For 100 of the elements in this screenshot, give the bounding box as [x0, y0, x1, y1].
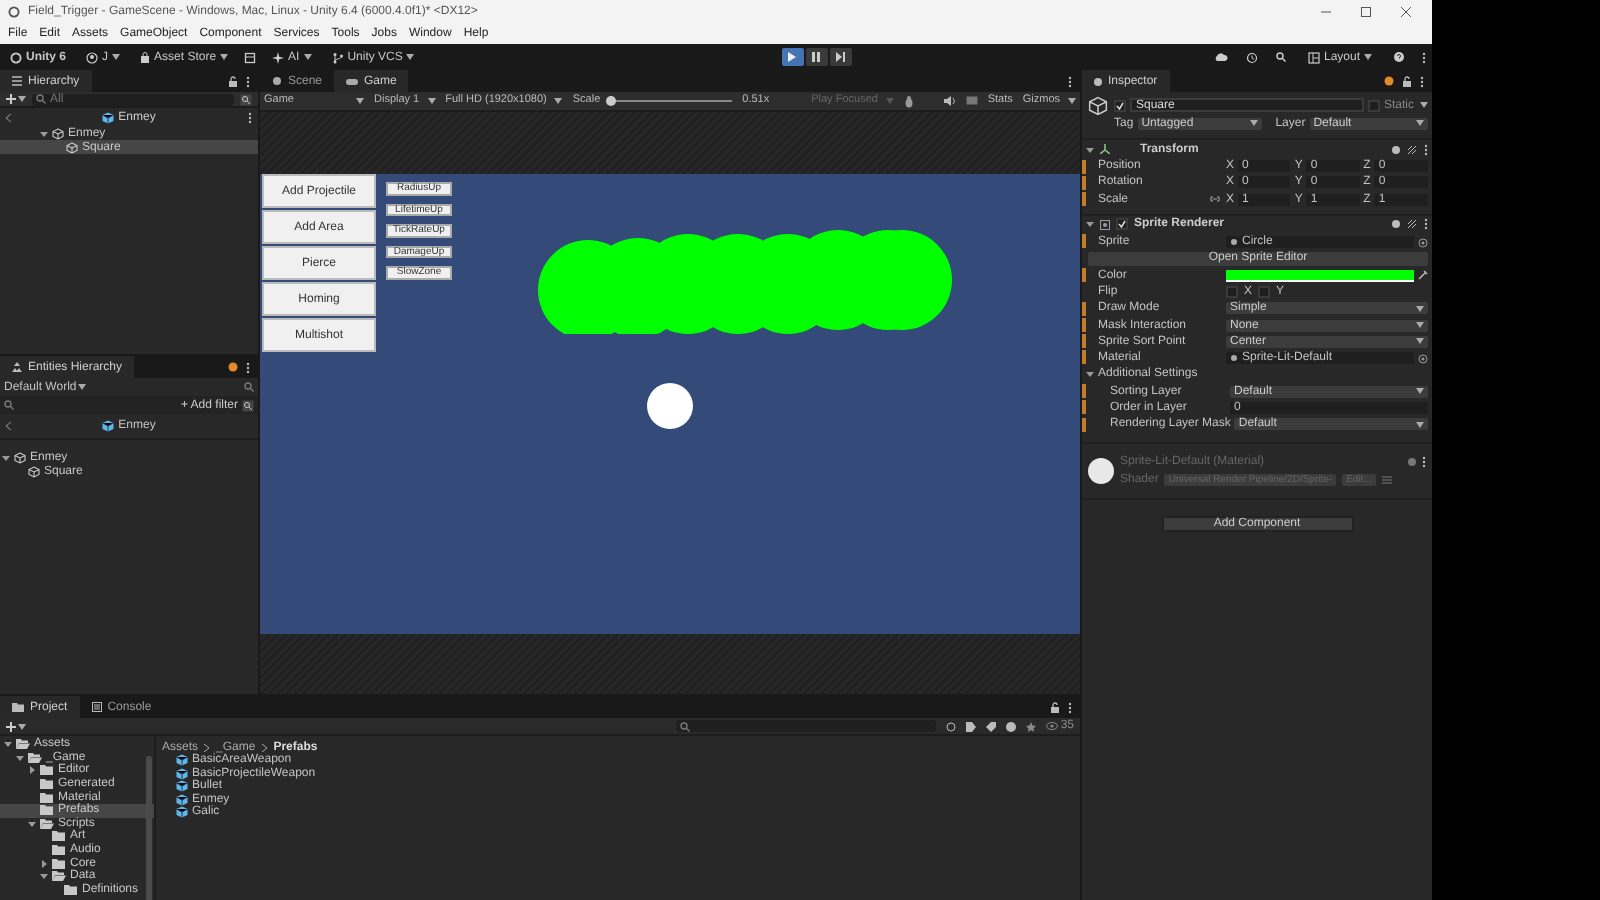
prefab-icon	[102, 420, 115, 432]
expand-arrow-icon[interactable]	[40, 872, 48, 881]
status-dot-icon	[1384, 76, 1394, 86]
play-button[interactable]	[781, 48, 804, 66]
sprite-renderer-icon	[1100, 219, 1110, 230]
scale-slider-thumb[interactable]	[606, 96, 617, 106]
list-icon	[12, 76, 22, 86]
expand-arrow-icon[interactable]	[40, 859, 48, 868]
filter-options-icon[interactable]	[242, 399, 254, 411]
package-icon[interactable]	[244, 51, 257, 63]
history-icon[interactable]	[1245, 51, 1258, 63]
chevron-icon	[204, 743, 211, 751]
check-icon	[1118, 220, 1126, 229]
plus-icon	[6, 721, 16, 731]
expand-arrow-icon[interactable]	[28, 819, 36, 828]
checkbox[interactable]	[1367, 99, 1380, 111]
caret-icon	[1068, 98, 1076, 104]
back-icon[interactable]	[6, 422, 12, 430]
pause-icon	[812, 52, 821, 62]
checkbox[interactable]	[1116, 218, 1128, 231]
checkbox[interactable]	[1258, 285, 1271, 298]
search-icon	[36, 94, 46, 104]
transform-icon	[1100, 144, 1110, 154]
speaker-icon[interactable]	[943, 96, 956, 106]
step-button[interactable]	[829, 48, 852, 66]
console-icon	[91, 702, 102, 712]
expand-arrow-icon[interactable]	[1086, 370, 1094, 379]
star-icon[interactable]	[1026, 721, 1037, 731]
caret-icon	[427, 98, 436, 104]
caret-icon	[554, 98, 563, 104]
preset-icon[interactable]	[1408, 220, 1416, 229]
caret-icon	[18, 96, 26, 102]
caret-icon	[1364, 54, 1372, 60]
target-icon[interactable]	[1418, 237, 1428, 248]
search-icon	[680, 721, 691, 731]
branch-icon	[331, 51, 344, 63]
circle-sprite	[647, 383, 693, 429]
expand-arrow-icon[interactable]	[28, 766, 36, 775]
shopping-bag-icon	[140, 51, 151, 63]
eyedropper-icon[interactable]	[1418, 270, 1428, 281]
search-icon	[4, 400, 14, 410]
search-icon	[1275, 52, 1286, 62]
step-icon	[835, 52, 846, 62]
caret-icon	[1416, 120, 1424, 126]
eye-icon	[1046, 722, 1059, 730]
status-dot-icon	[228, 362, 238, 372]
caret-icon	[406, 54, 415, 60]
screen-icon[interactable]	[965, 96, 978, 106]
caret-icon	[1420, 102, 1428, 108]
checkbox[interactable]	[1114, 99, 1126, 111]
caret-icon	[1416, 338, 1424, 345]
expand-arrow-icon[interactable]	[4, 740, 12, 749]
caret-icon	[18, 723, 26, 729]
prefab-icon	[102, 112, 115, 124]
pause-button[interactable]	[805, 48, 828, 66]
search-field[interactable]	[676, 720, 937, 732]
caret-icon	[220, 54, 229, 60]
hierarchy-icon	[12, 362, 22, 372]
plus-icon	[6, 94, 16, 104]
lock-icon	[1050, 701, 1060, 713]
expand-arrow-icon[interactable]	[2, 453, 10, 461]
caret-icon	[78, 384, 87, 390]
expand-arrow-icon[interactable]	[1086, 220, 1094, 229]
folder-icon	[12, 702, 24, 712]
check-icon	[1116, 101, 1124, 109]
expand-arrow-icon[interactable]	[40, 129, 48, 137]
unity-logo-icon	[8, 5, 20, 17]
caret-icon	[1416, 421, 1424, 428]
caret-icon	[1249, 120, 1258, 126]
create-button[interactable]	[6, 721, 26, 731]
back-icon[interactable]	[6, 114, 12, 122]
sprite-icon	[1230, 238, 1238, 247]
gamepad-icon	[346, 77, 359, 85]
material-preview	[1088, 458, 1114, 485]
caret-icon	[303, 54, 312, 60]
target-icon[interactable]	[1418, 353, 1428, 364]
checkbox[interactable]	[1226, 285, 1238, 298]
lock-icon	[1402, 75, 1412, 87]
add-button[interactable]	[6, 94, 26, 104]
search-options-icon[interactable]	[240, 93, 252, 105]
maximize-icon[interactable]	[1360, 5, 1372, 17]
sparkle-icon	[272, 51, 285, 63]
gameobject-icon	[1088, 96, 1108, 116]
layout-icon	[1307, 51, 1320, 63]
close-icon[interactable]	[1400, 5, 1412, 17]
expand-arrow-icon[interactable]	[1086, 145, 1094, 153]
link-icon[interactable]	[1210, 196, 1220, 203]
cloud-icon[interactable]	[1213, 52, 1228, 62]
caret-icon	[356, 98, 364, 104]
caret-icon	[1416, 388, 1424, 395]
lock-icon	[228, 75, 238, 87]
sprite-icon	[1230, 354, 1238, 363]
account-icon	[86, 51, 99, 63]
preset-icon[interactable]	[1408, 145, 1416, 153]
unity-logo-icon	[10, 51, 22, 63]
expand-arrow-icon[interactable]	[16, 753, 24, 762]
bug-icon[interactable]	[903, 95, 914, 107]
caret-icon	[112, 54, 121, 60]
search-icon	[244, 382, 254, 392]
caret-icon	[1416, 322, 1424, 329]
